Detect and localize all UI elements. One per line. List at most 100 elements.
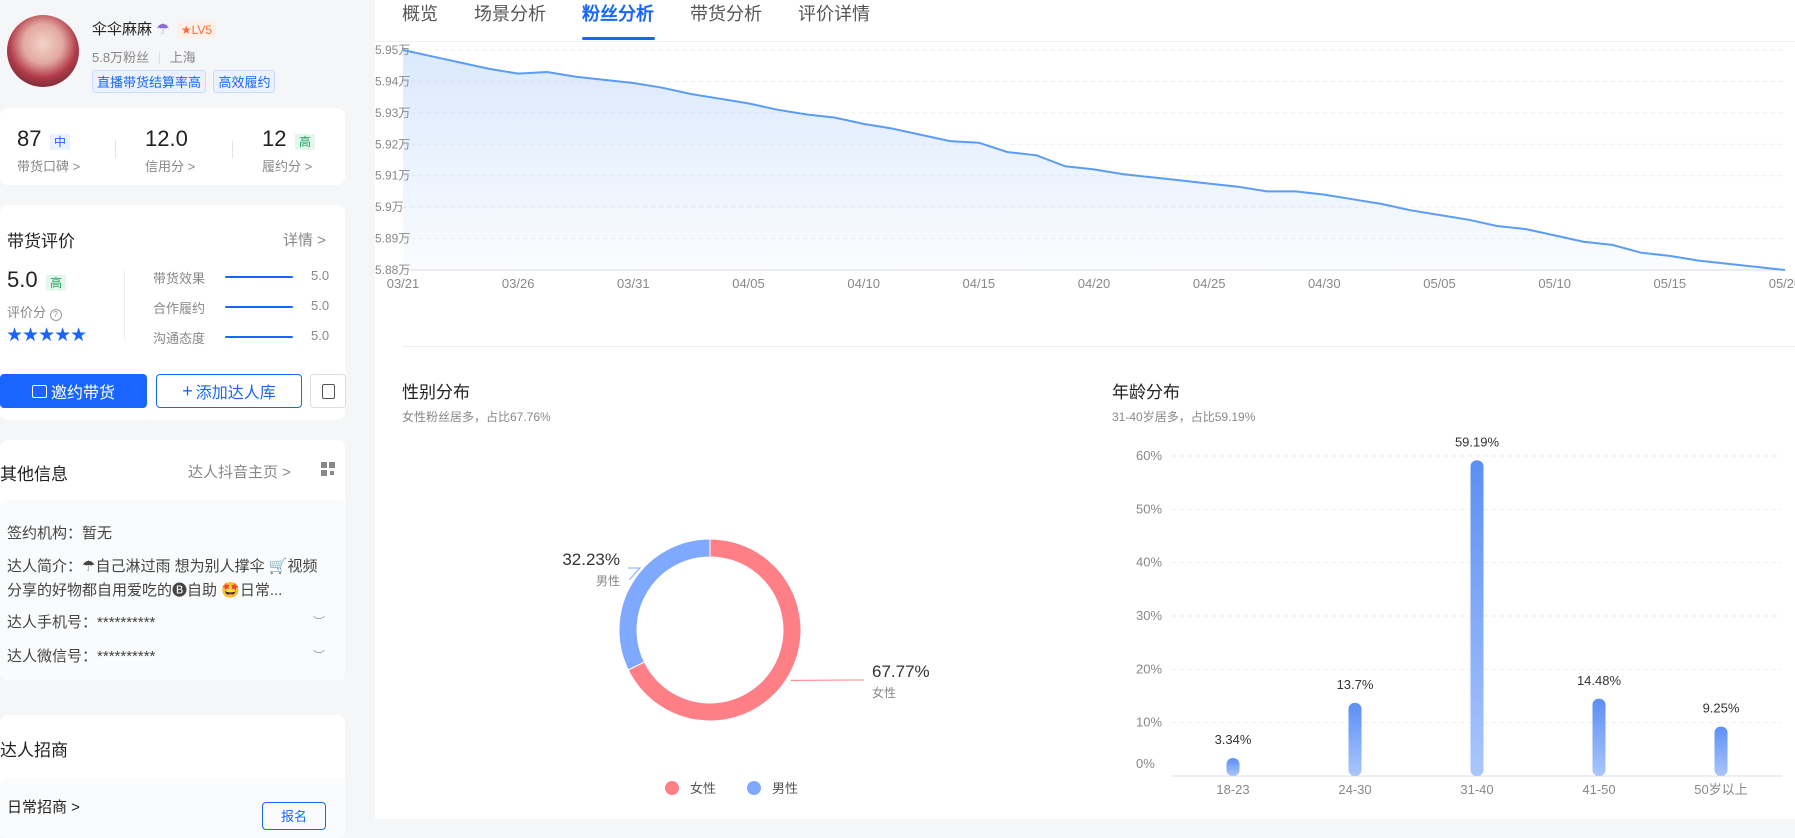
x-tick-label: 05/20 (1769, 276, 1795, 291)
legend-dot (747, 781, 761, 795)
age-value-label: 14.48% (1577, 673, 1622, 688)
x-tick-label: 05/10 (1538, 276, 1571, 291)
org-label: 签约机构： (7, 525, 82, 542)
tab-fans-analysis[interactable]: 粉丝分析 (582, 0, 654, 26)
plus-icon: + (182, 381, 193, 402)
wechat-value: ********** (97, 648, 155, 665)
y-tick-label: 0% (1136, 756, 1155, 771)
rating-card: 带货评价 详情 > 5.0 高 评价分 ? ★★★★★ 带货效果 5.0 合作履… (0, 205, 345, 420)
daily-recruit-link[interactable]: 日常招商 > (7, 796, 80, 817)
y-tick-label: 5.9万 (375, 200, 404, 214)
y-tick-label: 20% (1136, 661, 1162, 676)
score-fulfillment[interactable]: 12 高 履约分 > (262, 126, 315, 175)
tab-overview[interactable]: 概览 (402, 0, 438, 26)
recruit-card: 达人招商 日常招商 > 报名 (0, 715, 345, 825)
main-panel: 概览 场景分析 粉丝分析 带货分析 评价详情 5.88万5.89万5.9万5.9… (375, 0, 1795, 819)
gender-percent-label: 32.23% (562, 550, 620, 569)
x-tick-label: 04/30 (1308, 276, 1341, 291)
rating-title: 带货评价 (7, 227, 75, 252)
recruit-body: 日常招商 > 报名 (0, 778, 345, 838)
x-tick-label: 05/15 (1654, 276, 1687, 291)
age-value-label: 3.34% (1215, 732, 1252, 747)
x-tick-label: 04/25 (1193, 276, 1226, 291)
gender-donut-chart: 67.77%女性32.23%男性女性男性 (402, 430, 1082, 819)
age-subtitle: 31-40岁居多，占比59.19% (1112, 408, 1255, 425)
signup-button[interactable]: 报名 (262, 802, 326, 830)
x-tick-label: 24-30 (1338, 782, 1371, 797)
profile-name: 伞伞麻麻 (92, 21, 152, 38)
y-tick-label: 10% (1136, 715, 1162, 730)
other-info-title: 其他信息 (0, 460, 68, 485)
gender-name-label: 女性 (872, 685, 896, 700)
tag-settlement: 直播带货结算率高 (92, 70, 206, 93)
org-value: 暂无 (82, 525, 112, 542)
age-bar (1471, 460, 1484, 776)
score-badge: 中 (50, 134, 70, 150)
gender-subtitle: 女性粉丝居多，占比67.76% (402, 408, 551, 425)
age-bar (1715, 727, 1728, 776)
legend-label: 男性 (772, 781, 798, 796)
tab-sales-analysis[interactable]: 带货分析 (690, 0, 762, 26)
info-icon[interactable]: ? (50, 309, 62, 321)
rating-score-label: 评价分 (7, 305, 46, 320)
rating-badge: 高 (46, 275, 66, 291)
message-icon (32, 385, 47, 398)
score-card: 87 中 带货口碑 > 12.0 信用分 > 12 高 履约分 > (0, 108, 345, 185)
clipboard-button[interactable] (310, 374, 346, 408)
tag-fulfillment: 高效履约 (213, 70, 275, 93)
x-tick-label: 50岁以上 (1694, 782, 1747, 797)
rating-item: 带货效果 5.0 (153, 268, 333, 284)
x-tick-label: 18-23 (1216, 782, 1249, 797)
avatar[interactable] (7, 15, 79, 87)
x-tick-label: 04/15 (963, 276, 996, 291)
x-tick-label: 41-50 (1582, 782, 1615, 797)
x-tick-label: 04/10 (847, 276, 880, 291)
score-credit[interactable]: 12.0 信用分 > (145, 126, 195, 175)
x-tick-label: 04/20 (1078, 276, 1111, 291)
legend-dot (665, 781, 679, 795)
phone-label: 达人手机号： (7, 614, 97, 631)
x-tick-label: 03/26 (502, 276, 535, 291)
add-to-library-button[interactable]: + 添加达人库 (156, 374, 302, 408)
active-tab-indicator (582, 37, 655, 40)
umbrella-icon: ☂ (156, 21, 169, 38)
rating-item: 合作履约 5.0 (153, 298, 333, 314)
other-info-body: 签约机构：暂无 达人简介：☂自己淋过雨 想为别人撑伞 🛒视频分享的好物都自用爱吃… (0, 500, 345, 680)
phone-value: ********** (97, 614, 155, 631)
age-bar-chart: 0%10%20%30%40%50%60%3.34%18-2313.7%24-30… (1112, 430, 1795, 819)
age-value-label: 9.25% (1703, 701, 1740, 716)
recruit-title: 达人招商 (0, 736, 68, 761)
age-title: 年龄分布 (1112, 378, 1180, 403)
star-rating: ★★★★★ (6, 324, 86, 347)
legend-label: 女性 (690, 781, 716, 796)
y-tick-label: 60% (1136, 448, 1162, 463)
fans-count: 5.8万粉丝 (92, 50, 149, 65)
rating-detail-link[interactable]: 详情 > (283, 229, 326, 250)
gender-slice (619, 539, 710, 670)
age-value-label: 13.7% (1337, 677, 1374, 692)
score-reputation[interactable]: 87 中 带货口碑 > (17, 126, 80, 175)
rating-score: 5.0 (7, 267, 38, 292)
gender-name-label: 男性 (596, 574, 620, 588)
eye-closed-icon[interactable]: ︶ (313, 613, 325, 630)
bio-label: 达人简介： (7, 558, 82, 575)
eye-closed-icon[interactable]: ︶ (313, 647, 325, 664)
douyin-homepage-link[interactable]: 达人抖音主页 > (188, 461, 291, 482)
wechat-label: 达人微信号： (7, 648, 97, 665)
tab-scene-analysis[interactable]: 场景分析 (474, 0, 546, 26)
score-badge: 高 (295, 134, 315, 150)
level-badge: ★LV5 (177, 22, 216, 38)
tab-review-details[interactable]: 评价详情 (798, 0, 870, 26)
fans-trend-chart: 5.88万5.89万5.9万5.91万5.92万5.93万5.94万5.95万0… (375, 42, 1795, 302)
clipboard-icon (322, 384, 335, 399)
sidebar: 伞伞麻麻 ☂ ★LV5 5.8万粉丝 | 上海 直播带货结算率高 高效履约 87… (0, 0, 375, 819)
y-tick-label: 30% (1136, 608, 1162, 623)
age-value-label: 59.19% (1455, 434, 1500, 449)
fans-trend-area (403, 50, 1785, 270)
y-tick-label: 50% (1136, 501, 1162, 516)
x-tick-label: 04/05 (732, 276, 765, 291)
qrcode-icon[interactable] (321, 462, 335, 476)
other-info-card: 其他信息 达人抖音主页 > 签约机构：暂无 达人简介：☂自己淋过雨 想为别人撑伞… (0, 440, 345, 680)
invite-button[interactable]: 邀约带货 (0, 374, 147, 408)
star-icon: ★ (181, 23, 192, 37)
